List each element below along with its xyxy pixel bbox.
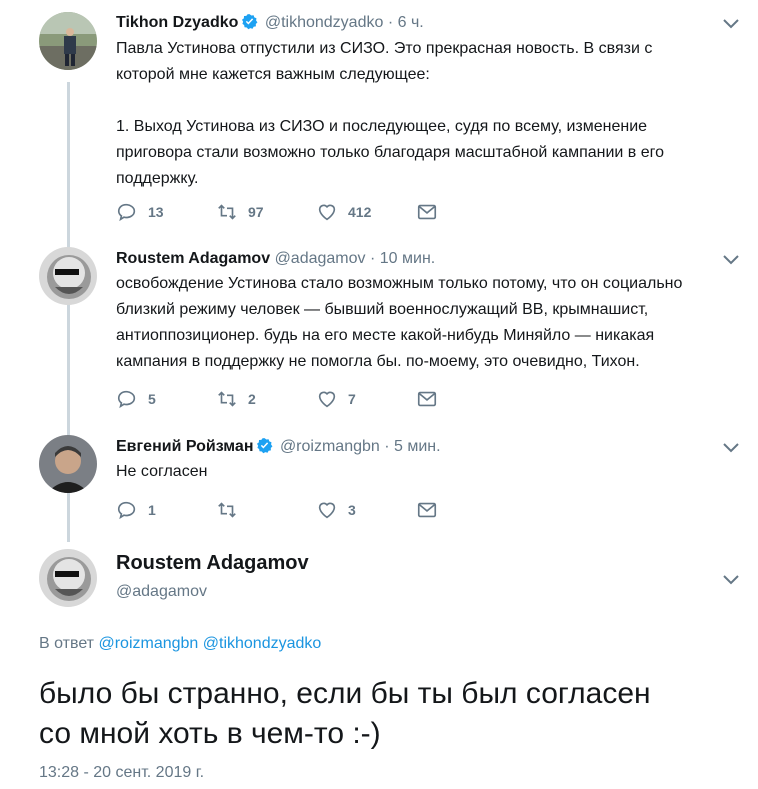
- chevron-down-icon[interactable]: [722, 18, 740, 30]
- tweet-time[interactable]: 6 ч.: [398, 14, 424, 31]
- retweet-button[interactable]: [216, 498, 248, 522]
- dm-icon: [417, 391, 437, 407]
- avatar-tikhon[interactable]: [39, 12, 97, 70]
- author-name[interactable]: Евгений Ройзман: [116, 438, 253, 455]
- chevron-down-icon[interactable]: [722, 574, 740, 586]
- tweet-text: Павла Устинова отпустили из СИЗО. Это пр…: [116, 40, 665, 187]
- author-handle[interactable]: @roizmangbn: [280, 438, 380, 455]
- reply-button[interactable]: 1: [116, 498, 156, 522]
- like-count: 7: [348, 391, 356, 407]
- reply-mention-link[interactable]: @roizmangbn: [98, 635, 198, 652]
- like-button[interactable]: 3: [316, 498, 356, 522]
- dm-button[interactable]: [416, 498, 438, 522]
- tweet-actions: 5 2 7: [116, 387, 446, 411]
- tweet-actions: 13 97 412: [116, 200, 446, 224]
- tweet-time[interactable]: 5 мин.: [394, 438, 441, 455]
- like-icon: [318, 502, 336, 519]
- reply-button[interactable]: 13: [116, 200, 164, 224]
- like-icon: [318, 204, 336, 221]
- author-handle[interactable]: @tikhondzyadko: [265, 14, 384, 31]
- like-button[interactable]: 7: [316, 387, 356, 411]
- retweet-button[interactable]: 2: [216, 387, 256, 411]
- reply-button[interactable]: 5: [116, 387, 156, 411]
- retweet-button[interactable]: 97: [216, 200, 264, 224]
- reply-count: 13: [148, 204, 164, 220]
- replying-to: В ответ @roizmangbn @tikhondzyadko: [39, 635, 322, 652]
- like-count: 412: [348, 204, 372, 220]
- chevron-down-icon[interactable]: [722, 442, 740, 454]
- focus-tweet-text: было бы странно, если бы ты был согласен…: [39, 677, 651, 750]
- reply-mention-link[interactable]: @tikhondzyadko: [203, 635, 322, 652]
- tweet-actions: 1 3: [116, 498, 446, 522]
- reply-icon: [117, 203, 136, 222]
- reply-icon: [117, 501, 136, 520]
- dm-icon: [417, 204, 437, 220]
- focus-author-name[interactable]: Roustem Adagamov: [116, 552, 309, 575]
- reply-count: 5: [148, 391, 156, 407]
- retweet-count: 2: [248, 391, 256, 407]
- focus-author-handle[interactable]: @adagamov: [116, 583, 207, 601]
- author-handle[interactable]: @adagamov: [275, 250, 366, 267]
- author-name[interactable]: Tikhon Dzyadko: [116, 14, 238, 31]
- like-count: 3: [348, 502, 356, 518]
- tweet-header: Roustem Adagamov @adagamov · 10 мин.: [116, 250, 436, 267]
- dm-button[interactable]: [416, 200, 438, 224]
- avatar-roustem-focus[interactable]: [39, 549, 97, 607]
- verified-badge-icon: [241, 13, 258, 30]
- tweet-time[interactable]: 10 мин.: [380, 250, 435, 267]
- chevron-down-icon[interactable]: [722, 254, 740, 266]
- like-button[interactable]: 412: [316, 200, 371, 224]
- verified-badge-icon: [256, 437, 273, 454]
- retweet-icon: [218, 391, 236, 407]
- dm-button[interactable]: [416, 387, 438, 411]
- like-icon: [318, 391, 336, 408]
- reply-count: 1: [148, 502, 156, 518]
- dm-icon: [417, 502, 437, 518]
- avatar-roizman[interactable]: [39, 435, 97, 493]
- retweet-icon: [218, 204, 236, 220]
- tweet-header: Tikhon Dzyadko @tikhondzyadko · 6 ч.: [116, 13, 424, 31]
- retweet-count: 97: [248, 204, 264, 220]
- tweet-text: освобождение Устинова стало возможным то…: [116, 275, 683, 370]
- tweet-header: Евгений Ройзман @roizmangbn · 5 мин.: [116, 437, 441, 455]
- tweet-text: Не согласен: [116, 463, 208, 480]
- focus-timestamp[interactable]: 13:28 - 20 сент. 2019 г.: [39, 764, 204, 782]
- reply-icon: [117, 390, 136, 409]
- avatar-roustem[interactable]: [39, 247, 97, 305]
- retweet-icon: [218, 502, 236, 518]
- author-name[interactable]: Roustem Adagamov: [116, 250, 270, 267]
